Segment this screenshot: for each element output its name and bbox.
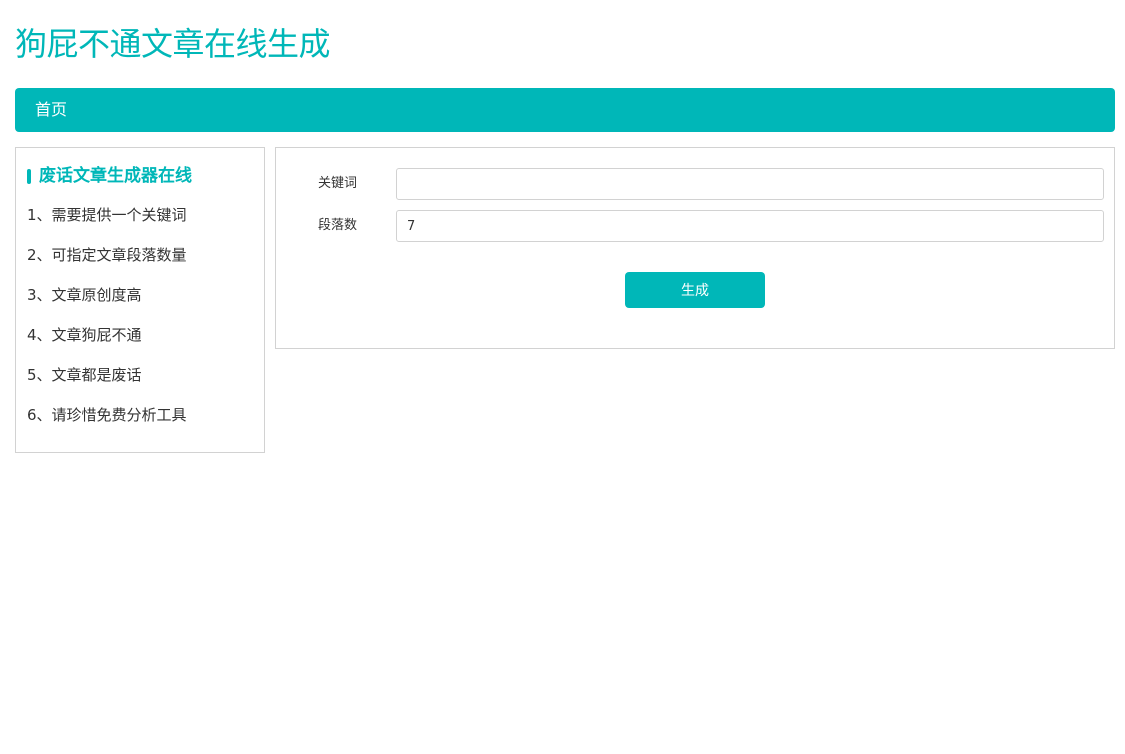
feature-item: 1、需要提供一个关键词 xyxy=(27,206,187,224)
feature-item: 6、请珍惜免费分析工具 xyxy=(27,406,187,424)
generator-form-panel: 关键词 段落数 生成 xyxy=(275,147,1115,349)
generate-button[interactable]: 生成 xyxy=(625,272,765,308)
sidebar-heading: 废话文章生成器在线 xyxy=(27,164,192,188)
heading-accent-bar xyxy=(27,168,31,184)
keyword-label: 关键词 xyxy=(318,176,358,191)
feature-item: 4、文章狗屁不通 xyxy=(27,326,142,344)
feature-list: 1、需要提供一个关键词 2、可指定文章段落数量 3、文章原创度高 4、文章狗屁不… xyxy=(27,202,187,442)
sidebar-heading-text: 废话文章生成器在线 xyxy=(39,166,192,186)
feature-item: 3、文章原创度高 xyxy=(27,286,142,304)
site-title: 狗屁不通文章在线生成 xyxy=(15,25,331,63)
feature-item: 5、文章都是废话 xyxy=(27,366,142,384)
keyword-input[interactable] xyxy=(396,168,1104,200)
paragraph-count-label: 段落数 xyxy=(318,218,358,233)
feature-item: 2、可指定文章段落数量 xyxy=(27,246,187,264)
nav-item-home[interactable]: 首页 xyxy=(35,88,67,132)
paragraph-count-row: 段落数 xyxy=(276,210,1114,242)
sidebar-info-panel: 废话文章生成器在线 1、需要提供一个关键词 2、可指定文章段落数量 3、文章原创… xyxy=(15,147,265,453)
top-navbar: 首页 xyxy=(15,88,1115,132)
paragraph-count-input[interactable] xyxy=(396,210,1104,242)
keyword-row: 关键词 xyxy=(276,168,1114,200)
